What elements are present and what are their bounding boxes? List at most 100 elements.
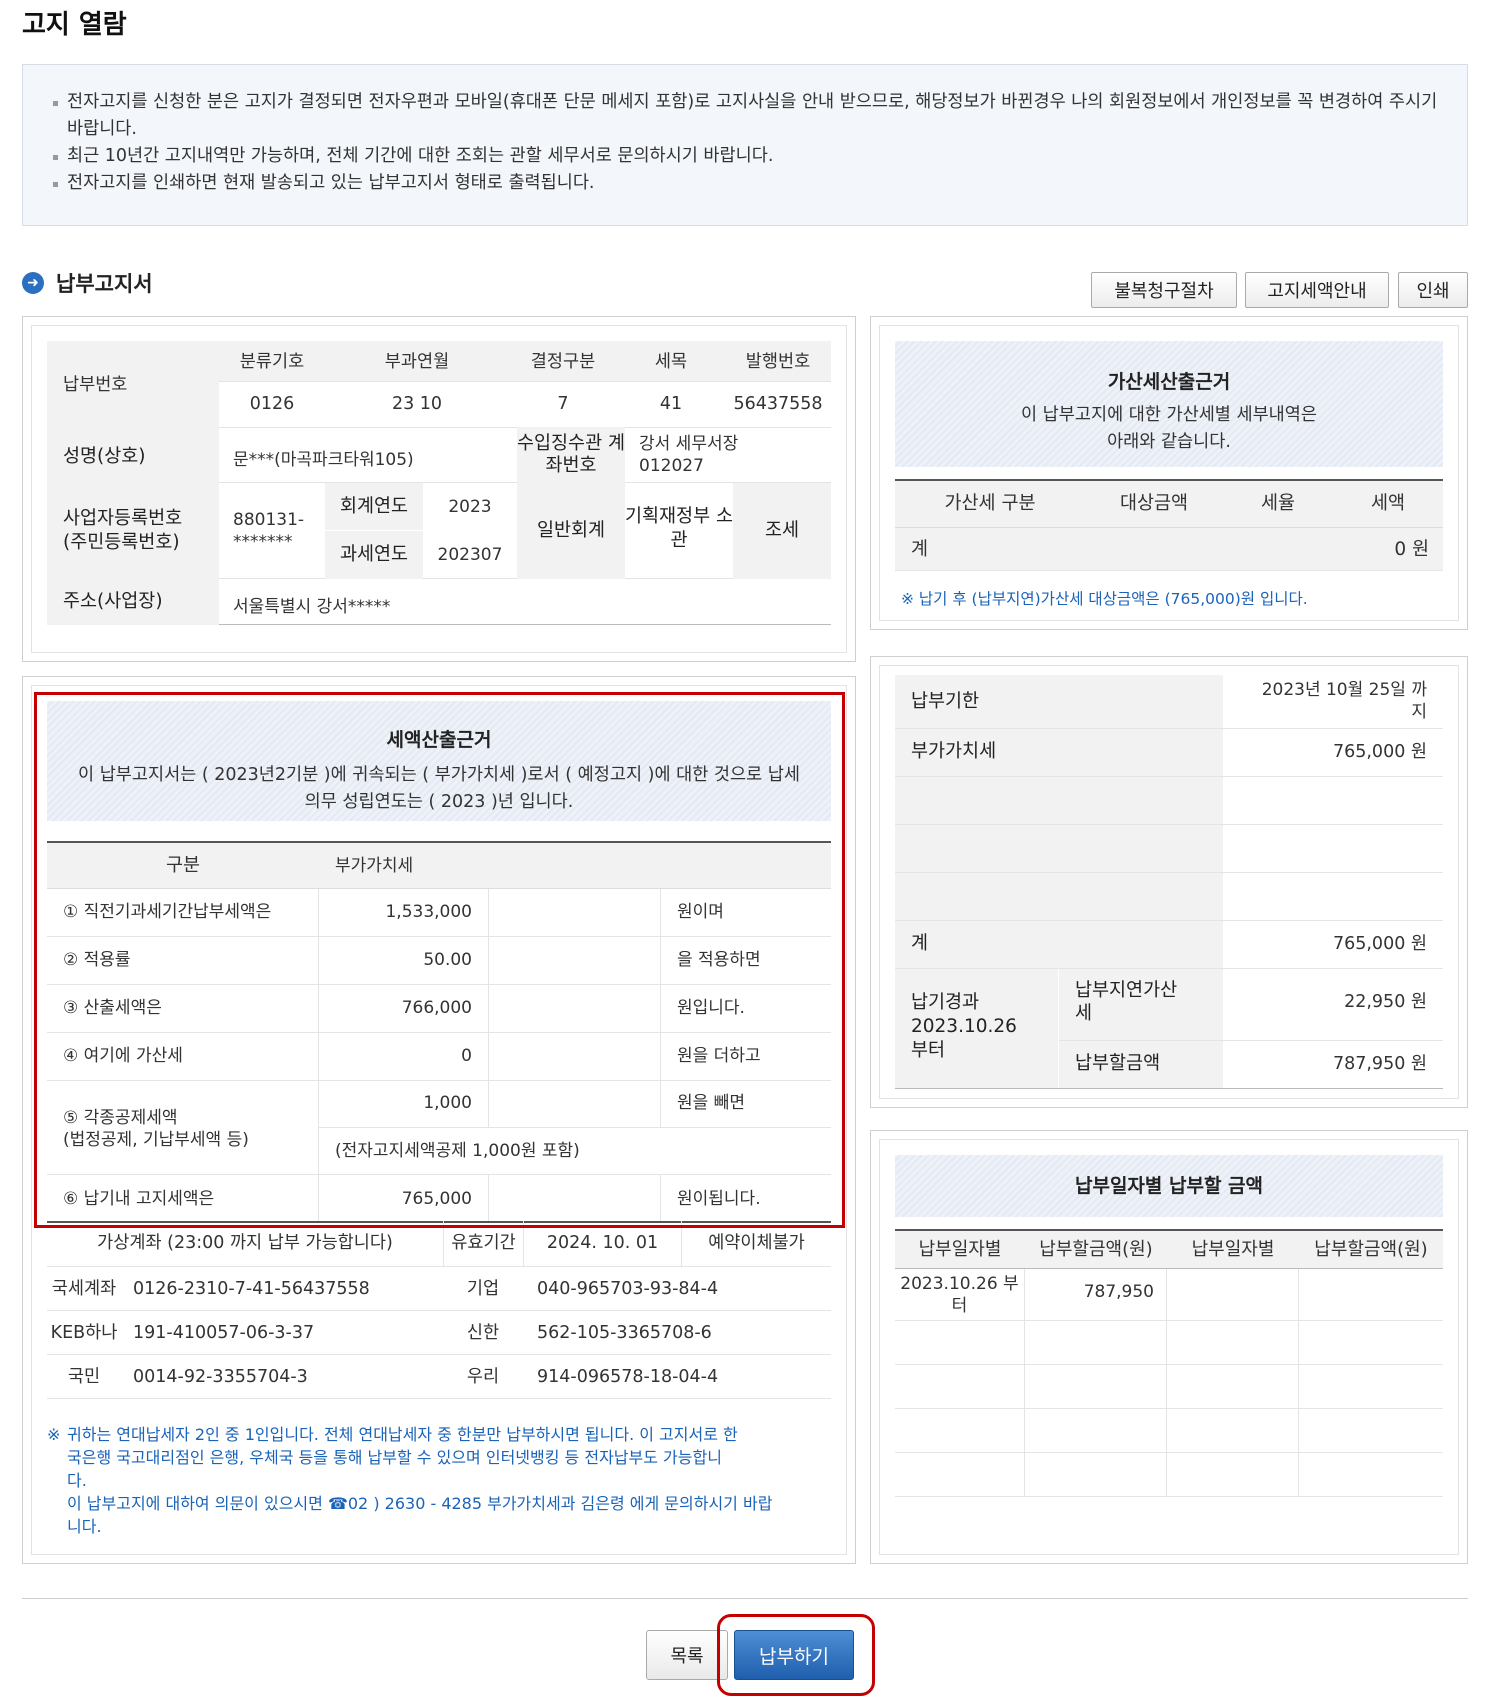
- deadline-value: 2023년 10월 25일 까: [1261, 680, 1427, 700]
- by-date-col: 납부할금액(원): [1314, 1239, 1428, 1260]
- vat-label: 부가가치세: [895, 729, 1223, 776]
- penalty-title: 가산세산출근거: [1107, 371, 1231, 393]
- bank-name: 신한: [466, 1323, 500, 1343]
- penalty-col: 세액: [1370, 493, 1406, 514]
- header-cell: 세목: [617, 341, 725, 382]
- biz-no-value: 880131-: [233, 510, 305, 530]
- account-value-office: 강서 세무서장: [639, 434, 739, 454]
- late-penalty-label: 납부지연가산: [1075, 980, 1178, 1001]
- penalty-total-value: 0 원: [1394, 539, 1429, 560]
- notice-item: 최근 10년간 고지내역만 가능하며, 전체 기간에 대한 조회는 관할 세무서…: [51, 143, 1439, 170]
- virtual-account-row: 국세계좌 0126-2310-7-41-56437558 기업 040-965703-…: [47, 1267, 831, 1311]
- print-button[interactable]: 인쇄: [1398, 272, 1468, 308]
- fiscal-year-value: 2023: [448, 497, 492, 517]
- page-title: 고지 열람: [22, 10, 127, 40]
- by-date-panel: 납부일자별 납부할 금액 납부일자별 납부할금액(원) 납부일자별 납부할금액(…: [870, 1130, 1468, 1564]
- header-cell: 결정구분: [509, 341, 617, 382]
- penalty-col: 가산세 구분: [944, 493, 1036, 514]
- section-title-text: 납부고지서: [56, 272, 153, 296]
- by-date-date: 2023.10.26 부: [900, 1274, 1019, 1294]
- after-due-date: 2023.10.26: [911, 1016, 1017, 1037]
- bank-name: 국세계좌: [51, 1279, 117, 1299]
- ministry: 기획재정부 소관: [625, 506, 734, 551]
- fiscal-year-label: 회계연도: [325, 483, 423, 531]
- by-date-col: 납부일자별: [918, 1239, 1002, 1260]
- value-cell: 41: [617, 381, 725, 428]
- notice-box: 전자고지를 신청한 분은 고지가 결정되면 전자우편과 모바일(휴대폰 단문 메…: [22, 64, 1468, 226]
- deadline-label: 납부기한: [895, 675, 1223, 728]
- penalty-desc-2: 아래와 같습니다.: [1107, 432, 1231, 452]
- name-label: 성명(상호): [47, 427, 219, 483]
- notice-item: 전자고지를 인쇄하면 현재 발송되고 있는 납부고지서 형태로 출력됩니다.: [51, 170, 1439, 197]
- bank-name: 국민: [67, 1367, 101, 1387]
- by-date-date-cont: 터: [951, 1296, 968, 1316]
- value-cell: 56437558: [725, 381, 831, 428]
- bill-info-table: 납부번호 분류기호 부과연월 결정구분 세목 발행번호 0126 23 10 7…: [47, 341, 831, 428]
- highlight-frame-basis: [34, 692, 845, 1228]
- bank-name: KEB하나: [50, 1323, 118, 1343]
- objection-procedure-button[interactable]: 불복청구절차: [1091, 272, 1237, 308]
- by-date-col: 납부일자별: [1191, 1239, 1275, 1260]
- bank-name: 우리: [466, 1367, 500, 1387]
- by-date-title: 납부일자별 납부할 금액: [895, 1155, 1443, 1217]
- due-panel: 납부기한 2023년 10월 25일 까 지 부가가치세 765,000 원 계…: [870, 656, 1468, 1108]
- footnote-line: 국은행 국고대리점인 은행, 우체국 등을 통해 납부할 수 있으며 인터넷뱅킹…: [67, 1448, 722, 1467]
- due-table: 납부기한 2023년 10월 25일 까 지 부가가치세 765,000 원 계…: [895, 675, 1443, 1089]
- by-date-amount: 787,950: [1025, 1269, 1167, 1320]
- resident-no-label: (주민등록번호): [63, 532, 180, 553]
- penalty-note: ※ 납기 후 (납부지연)가산세 대상금액은 (765,000)원 입니다.: [901, 590, 1308, 608]
- footnote-mark: ※: [47, 1425, 61, 1444]
- general-account: 일반회계: [517, 483, 625, 579]
- after-due-label: 납기경과: [911, 992, 980, 1013]
- by-date-empty-row: [895, 1453, 1443, 1497]
- late-penalty-value: 22,950 원: [1344, 992, 1427, 1012]
- value-cell: 7: [509, 381, 617, 428]
- footnote-line: 귀하는 연대납세자 2인 중 1인입니다. 전체 연대납세자 중 한분만 납부하…: [67, 1425, 738, 1444]
- by-date-empty-row: [895, 1321, 1443, 1365]
- tax-type: 조세: [733, 483, 831, 579]
- virtual-account-row: KEB하나 191-410057-06-3-37 신한 562-105-3365708…: [47, 1311, 831, 1355]
- bill-info-panel: 납부번호 분류기호 부과연월 결정구분 세목 발행번호 0126 23 10 7…: [22, 316, 856, 662]
- header-cell: 분류기호: [219, 341, 325, 382]
- highlight-frame-pay: [717, 1614, 875, 1696]
- account-number: 040-965703-93-84-4: [537, 1279, 719, 1299]
- virtual-account-row: 국민 0014-92-3355704-3 우리 914-096578-18-04-4: [47, 1355, 831, 1399]
- penalty-panel: 가산세산출근거 이 납부고지에 대한 가산세별 세부내역은 아래와 같습니다. …: [870, 316, 1468, 630]
- account-number: 191-410057-06-3-37: [133, 1323, 315, 1343]
- footnote-line: 니다.: [67, 1517, 102, 1536]
- account-number: 914-096578-18-04-4: [537, 1367, 719, 1387]
- tax-year-value: 202307: [437, 545, 503, 565]
- tax-info-button[interactable]: 고지세액안내: [1245, 272, 1389, 308]
- biz-no-masked: *******: [233, 532, 293, 552]
- by-date-empty-row: [895, 1409, 1443, 1453]
- list-button[interactable]: 목록: [646, 1630, 728, 1680]
- penalty-total-label: 계: [911, 539, 929, 560]
- by-date-empty-row: [895, 1365, 1443, 1409]
- value-cell: 0126: [219, 381, 325, 428]
- value-cell: 23 10: [325, 381, 509, 428]
- by-date-col: 납부할금액(원): [1039, 1239, 1153, 1260]
- address-value: 서울특별시 강서*****: [233, 597, 391, 617]
- name-value: 문***(마곡파크타워105): [233, 450, 414, 470]
- address-label: 주소(사업장): [47, 579, 219, 625]
- section-title: ➜ 납부고지서: [22, 268, 153, 298]
- account-number: 562-105-3365708-6: [537, 1323, 712, 1343]
- footnote-line: 다.: [67, 1471, 87, 1490]
- account-label: 수입징수관 계좌번호: [517, 427, 625, 483]
- pay-no-label: 납부번호: [47, 341, 219, 428]
- bank-name: 기업: [466, 1279, 500, 1299]
- footnote: ※ 귀하는 연대납세자 2인 중 1인입니다. 전체 연대납세자 중 한분만 납부…: [47, 1423, 837, 1538]
- penalty-col: 세율: [1260, 493, 1296, 514]
- penalty-desc-1: 이 납부고지에 대한 가산세별 세부내역은: [1021, 405, 1317, 425]
- vat-value: 765,000 원: [1332, 742, 1427, 762]
- account-number: 0126-2310-7-41-56437558: [133, 1279, 370, 1299]
- pay-amount-label: 납부할금액: [1059, 1041, 1223, 1088]
- arrow-circle-icon: ➜: [22, 272, 44, 294]
- late-penalty-label-cont: 세: [1075, 1003, 1093, 1024]
- pay-amount-value: 787,950 원: [1332, 1054, 1427, 1074]
- header-cell: 부과연월: [325, 341, 509, 382]
- account-value-code: 012027: [639, 456, 704, 476]
- sum-value: 765,000 원: [1332, 934, 1427, 954]
- header-cell: 발행번호: [725, 341, 831, 382]
- tax-year-label: 과세연도: [325, 531, 423, 579]
